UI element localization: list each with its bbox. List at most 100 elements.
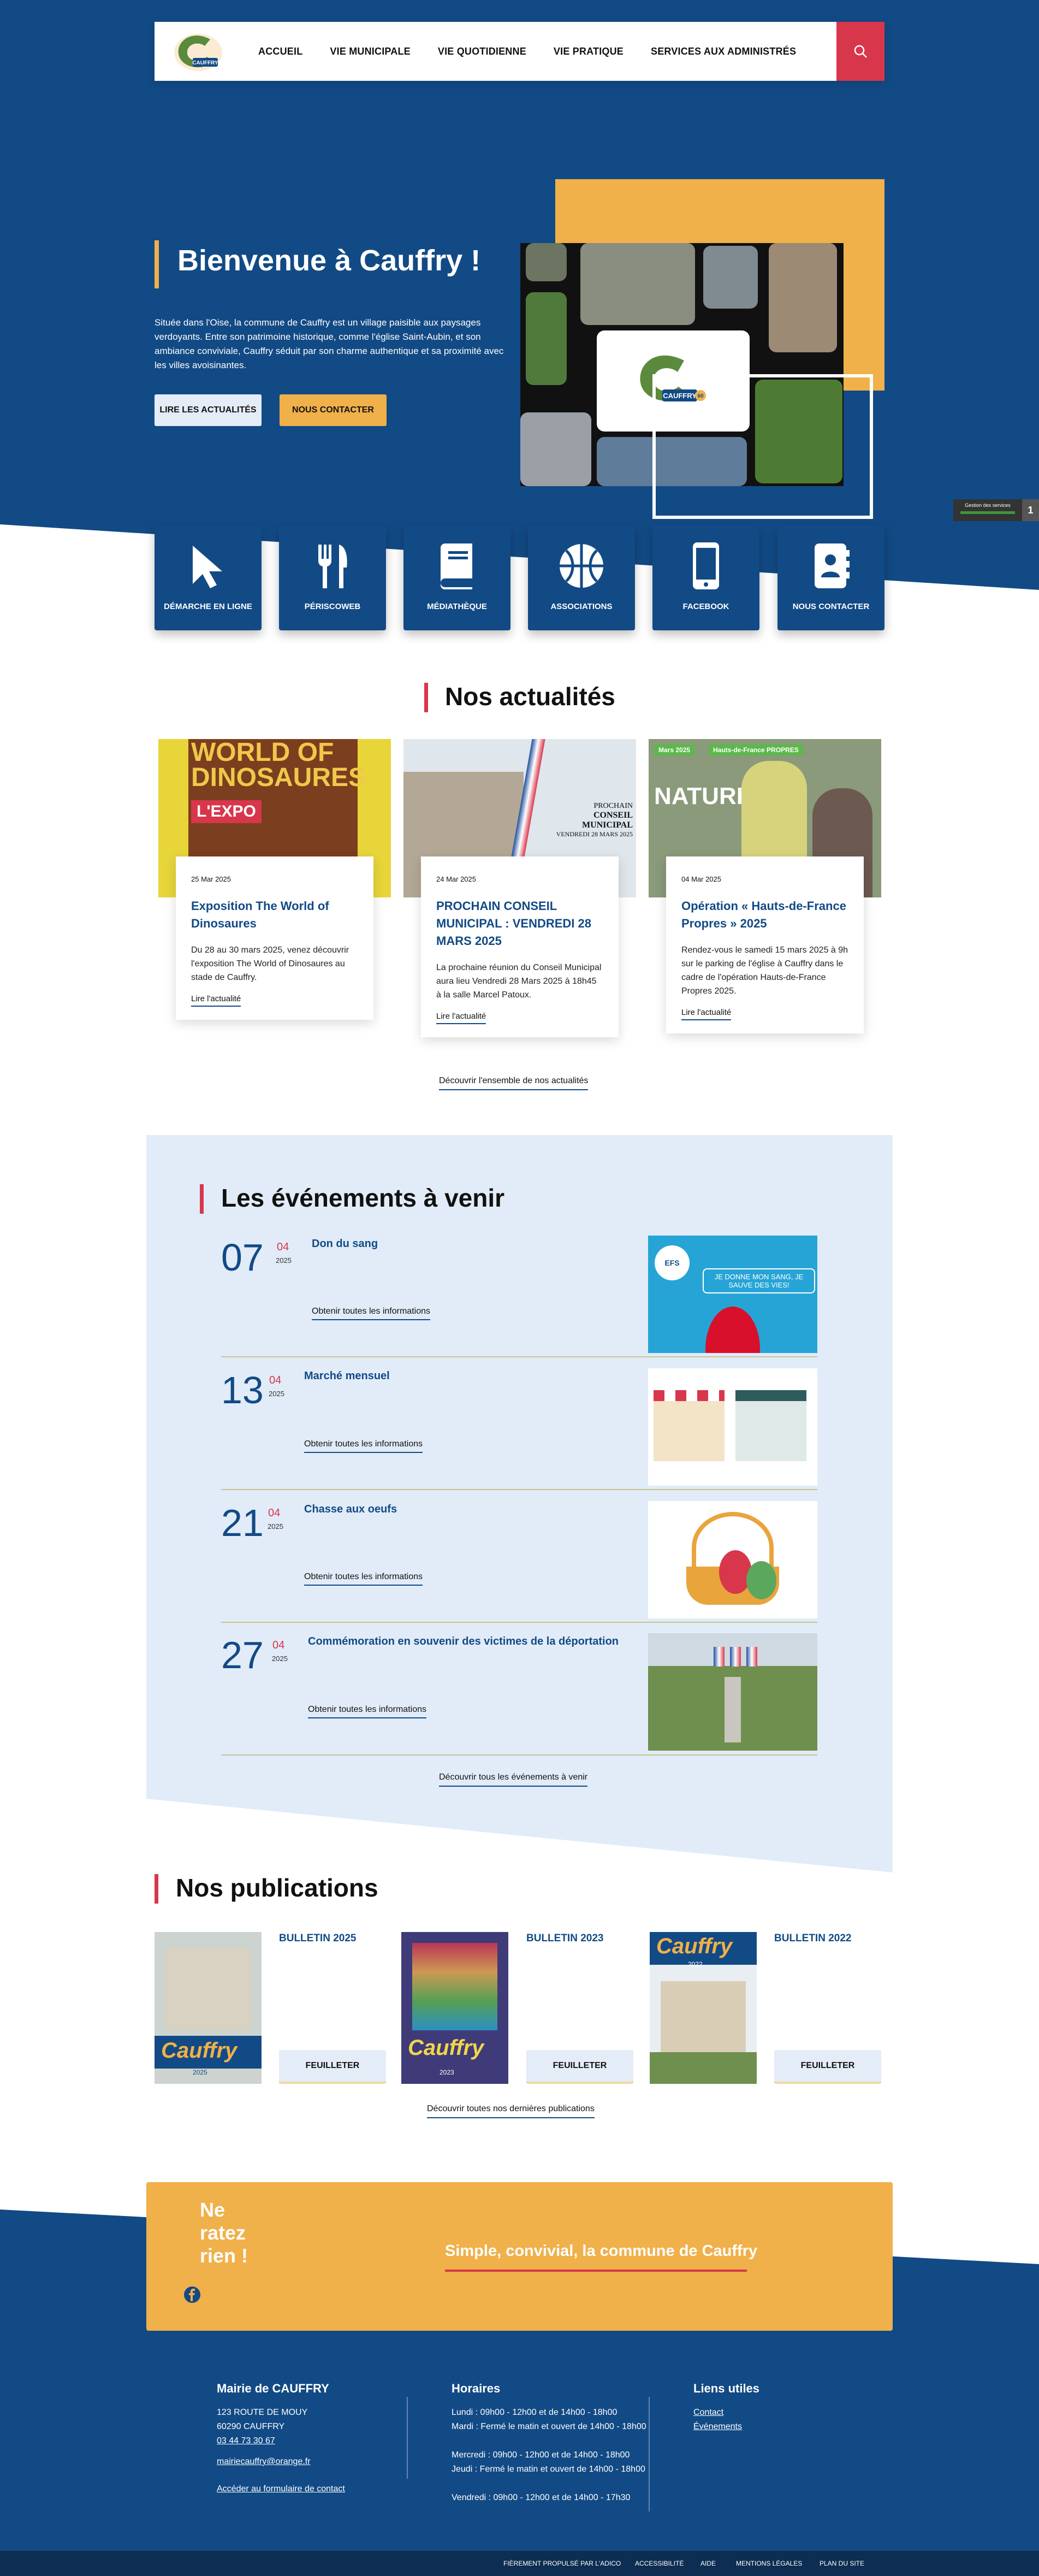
- newsletter-slogan: Simple, convivial, la commune de Cauffry: [445, 2242, 758, 2260]
- news-card[interactable]: 04 Mar 2025 Opération « Hauts-de-France …: [666, 856, 864, 1033]
- news-excerpt: Rendez-vous le samedi 15 mars 2025 à 9h …: [681, 946, 848, 996]
- event-image-don-du-sang[interactable]: EFS JE DONNE MON SANG, JE SAUVE DES VIES…: [648, 1236, 817, 1353]
- bottom-link-plan[interactable]: PLAN DU SITE: [820, 2560, 864, 2567]
- nav-vie-municipale[interactable]: VIE MUNICIPALE: [316, 46, 424, 57]
- event-image-paques[interactable]: [648, 1501, 817, 1618]
- event-image-commemoration[interactable]: [648, 1633, 817, 1751]
- main-nav: ACCUEIL VIE MUNICIPALE VIE QUOTIDIENNE V…: [245, 22, 810, 81]
- flip-bulletin-button[interactable]: FEUILLETER: [279, 2050, 386, 2082]
- event-title[interactable]: Commémoration en souvenir des victimes d…: [308, 1635, 619, 1648]
- hero-title: Bienvenue à Cauffry !: [177, 244, 481, 277]
- all-events-link[interactable]: Découvrir tous les événements à venir: [439, 1773, 588, 1787]
- bulletin-cover[interactable]: Cauffry 2025: [155, 1932, 262, 2084]
- event-info-link[interactable]: Obtenir toutes les informations: [304, 1439, 423, 1453]
- nav-services[interactable]: SERVICES AUX ADMINISTRÉS: [637, 46, 810, 57]
- flip-bulletin-button[interactable]: FEUILLETER: [526, 2050, 633, 2082]
- mobile-icon: [693, 542, 719, 589]
- bulletin-cover-text: Cauffry: [408, 2036, 484, 2060]
- event-separator: [221, 1622, 817, 1623]
- footer-link-contact[interactable]: Contact: [693, 2406, 723, 2420]
- news-date: 24 Mar 2025: [436, 875, 476, 883]
- quick-link-label: MÉDIATHÈQUE: [427, 602, 487, 611]
- read-news-link[interactable]: Lire l'actualité: [436, 1012, 486, 1024]
- bottom-bar: FIÈREMENT PROPULSÉ PAR L'ADICO ACCESSIBI…: [0, 2551, 1039, 2576]
- events-section-title: Les événements à venir: [221, 1184, 505, 1212]
- bulletin-title[interactable]: BULLETIN 2025: [279, 1933, 356, 1945]
- bottom-link-aide[interactable]: AIDE: [700, 2560, 716, 2567]
- news-title[interactable]: PROCHAIN CONSEIL MUNICIPAL : VENDREDI 28…: [436, 897, 603, 950]
- footer-phone-link[interactable]: 03 44 73 30 67: [217, 2434, 275, 2448]
- event-month: 04: [272, 1639, 285, 1651]
- footer-hours-line: Mercredi : 09h00 - 12h00 et de 14h00 - 1…: [452, 2450, 630, 2460]
- flip-bulletin-button[interactable]: FEUILLETER: [774, 2050, 881, 2082]
- nav-vie-quotidienne[interactable]: VIE QUOTIDIENNE: [424, 46, 540, 57]
- search-button[interactable]: [836, 22, 884, 81]
- news-card[interactable]: 24 Mar 2025 PROCHAIN CONSEIL MUNICIPAL :…: [421, 856, 619, 1037]
- quick-link-facebook[interactable]: FACEBOOK: [652, 525, 759, 630]
- quick-link-demarche[interactable]: DÉMARCHE EN LIGNE: [155, 525, 262, 630]
- bottom-link-mentions[interactable]: MENTIONS LÉGALES: [736, 2560, 802, 2567]
- news-image-text: VENDREDI 28 MARS 2025: [556, 830, 633, 838]
- quick-link-label: DÉMARCHE EN LIGNE: [164, 602, 252, 611]
- event-title[interactable]: Don du sang: [312, 1238, 378, 1250]
- event-year: 2025: [269, 1390, 284, 1398]
- footer-hours-line: Jeudi : Fermé le matin et ouvert de 14h0…: [452, 2465, 645, 2474]
- quick-link-associations[interactable]: ASSOCIATIONS: [528, 525, 635, 630]
- bottom-link-adico[interactable]: FIÈREMENT PROPULSÉ PAR L'ADICO: [503, 2560, 621, 2567]
- footer-mairie-title: Mairie de CAUFFRY: [217, 2382, 329, 2395]
- quick-link-contact[interactable]: NOUS CONTACTER: [777, 525, 884, 630]
- event-month: 04: [269, 1374, 282, 1386]
- bulletin-cover-year: 2023: [440, 2069, 454, 2076]
- services-widget[interactable]: Gestion des services 1: [953, 497, 1039, 522]
- all-news-link[interactable]: Découvrir l'ensemble de nos actualités: [439, 1076, 589, 1090]
- contact-button[interactable]: NOUS CONTACTER: [280, 394, 387, 426]
- event-day: 13: [221, 1369, 264, 1411]
- event-day: 07: [221, 1236, 264, 1279]
- news-excerpt: Du 28 au 30 mars 2025, venez découvrir l…: [191, 946, 349, 982]
- bulletin-title[interactable]: BULLETIN 2023: [526, 1933, 603, 1945]
- event-year: 2025: [268, 1522, 283, 1531]
- news-image-text: Mars 2025: [654, 745, 695, 755]
- bulletin-title[interactable]: BULLETIN 2022: [774, 1933, 851, 1945]
- site-logo[interactable]: CAUFFRY: [171, 29, 225, 73]
- hero-frame: [652, 374, 873, 519]
- bottom-link-accessibilite[interactable]: ACCESSIBILITÉ: [635, 2560, 684, 2567]
- news-title-bar: [424, 683, 428, 712]
- facebook-link[interactable]: [183, 2286, 201, 2306]
- quick-link-mediatheque[interactable]: MÉDIATHÈQUE: [403, 525, 510, 630]
- nav-vie-pratique[interactable]: VIE PRATIQUE: [540, 46, 637, 57]
- event-info-link[interactable]: Obtenir toutes les informations: [304, 1572, 423, 1586]
- news-card[interactable]: 25 Mar 2025 Exposition The World of Dino…: [176, 856, 373, 1020]
- event-info-link[interactable]: Obtenir toutes les informations: [312, 1307, 430, 1320]
- news-excerpt: La prochaine réunion du Conseil Municipa…: [436, 963, 602, 1000]
- footer-email-link[interactable]: mairiecauffry@orange.fr: [217, 2455, 311, 2469]
- quick-link-periscoweb[interactable]: PÉRISCOWEB: [279, 525, 386, 630]
- all-publications-link[interactable]: Découvrir toutes nos dernières publicati…: [427, 2104, 595, 2118]
- news-image-text: Hauts-de-France PROPRES: [709, 745, 803, 755]
- newsletter-text: Ne ratez rien !: [200, 2199, 248, 2267]
- bulletin-cover-year: 2025: [193, 2069, 207, 2076]
- read-news-link[interactable]: Lire l'actualité: [191, 994, 241, 1007]
- news-image-text: PROCHAIN: [593, 802, 633, 810]
- read-news-button[interactable]: LIRE LES ACTUALITÉS: [155, 394, 262, 426]
- nav-accueil[interactable]: ACCUEIL: [245, 46, 316, 57]
- news-title[interactable]: Exposition The World of Dinosaures: [191, 897, 358, 932]
- footer-link-evenements[interactable]: Événements: [693, 2420, 742, 2434]
- event-image-marche[interactable]: [648, 1368, 817, 1486]
- bulletin-cover[interactable]: Cauffry 2022: [650, 1932, 757, 2084]
- footer-contact-form-link[interactable]: Accéder au formulaire de contact: [217, 2482, 345, 2496]
- news-date: 04 Mar 2025: [681, 875, 721, 883]
- news-title[interactable]: Opération « Hauts-de-France Propres » 20…: [681, 897, 848, 932]
- footer-address-1: 123 ROUTE DE MOUY: [217, 2408, 308, 2417]
- bulletin-cover[interactable]: Cauffry 2023: [401, 1932, 508, 2084]
- book-icon: [440, 543, 472, 589]
- search-icon: [854, 45, 867, 58]
- event-title[interactable]: Chasse aux oeufs: [304, 1503, 397, 1516]
- news-image-text: DINOSAURES: [191, 763, 366, 792]
- event-title[interactable]: Marché mensuel: [304, 1370, 390, 1382]
- read-news-link[interactable]: Lire l'actualité: [681, 1008, 732, 1020]
- hero-text: Située dans l'Oise, la commune de Cauffr…: [155, 317, 504, 370]
- event-info-link[interactable]: Obtenir toutes les informations: [308, 1705, 426, 1718]
- event-separator: [221, 1356, 817, 1357]
- quick-link-label: NOUS CONTACTER: [792, 602, 870, 611]
